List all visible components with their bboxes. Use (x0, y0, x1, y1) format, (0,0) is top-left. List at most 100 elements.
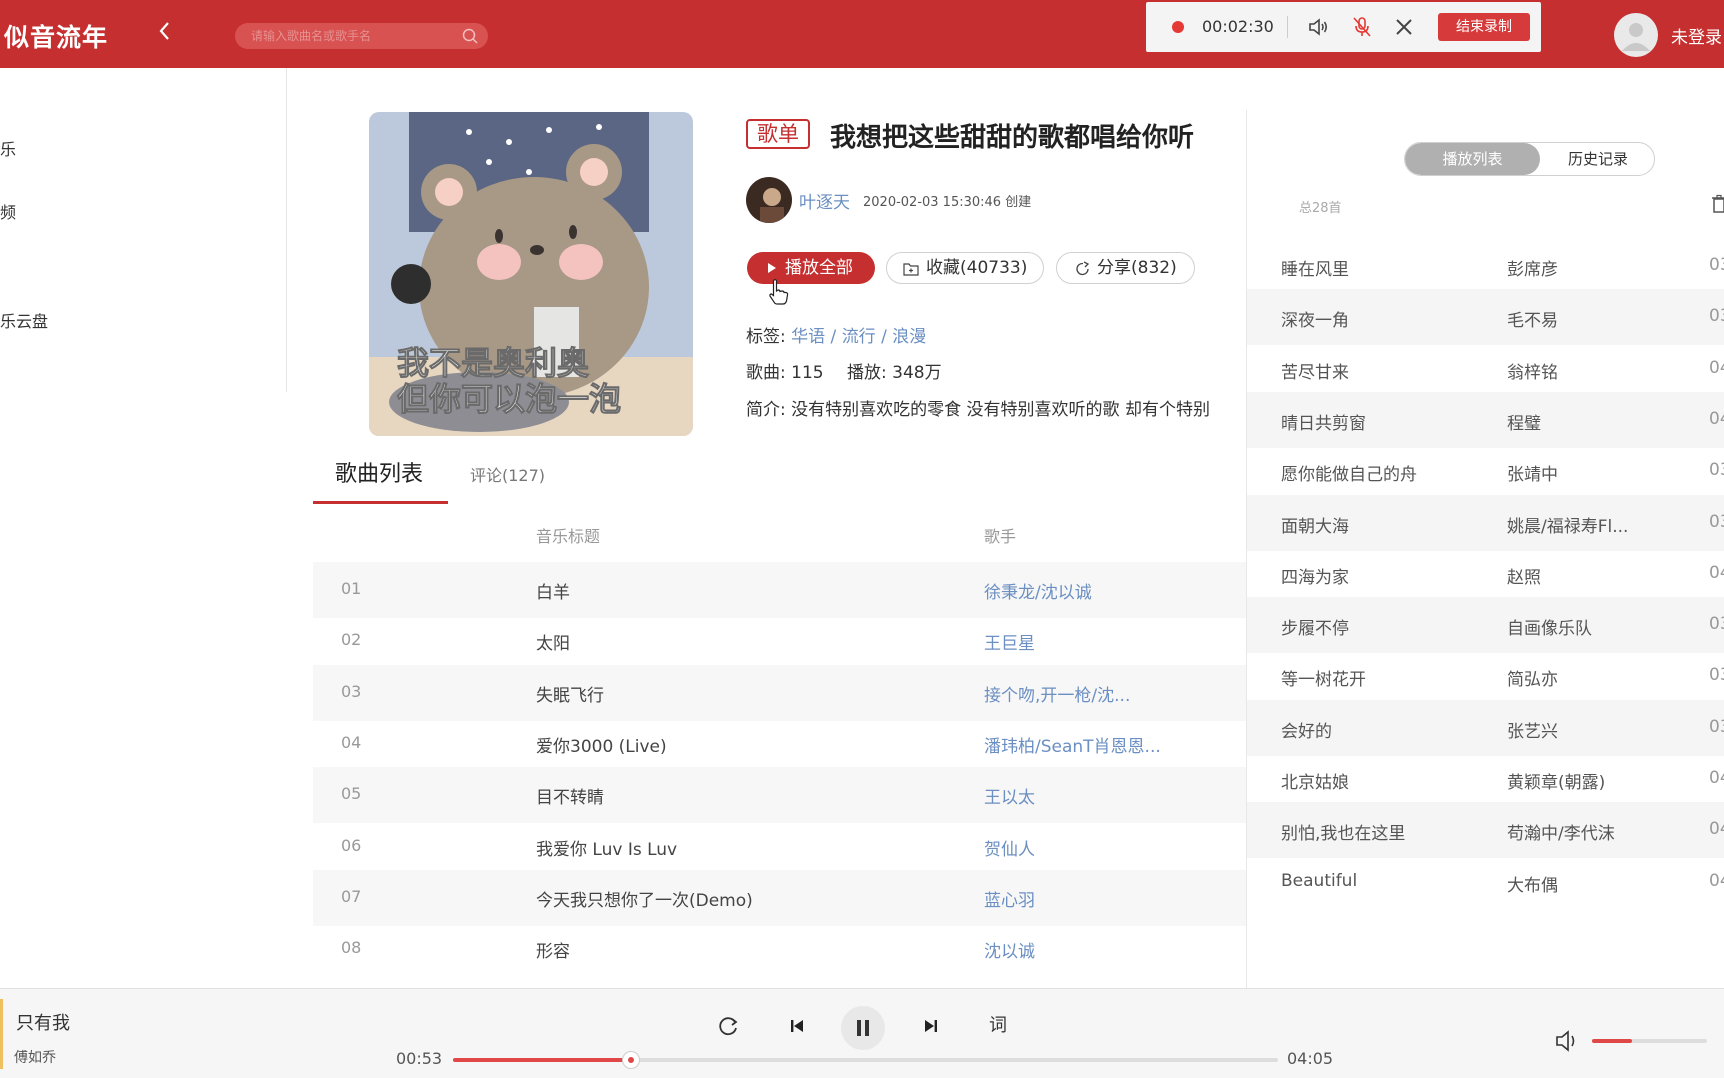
sidebar-item-video[interactable]: 频 (0, 199, 16, 223)
queue-item[interactable]: 四海为家 赵照 04 (1247, 546, 1724, 602)
queue-item[interactable]: 北京姑娘 黄颖章(朝露) 04 (1247, 751, 1724, 807)
back-button[interactable] (152, 20, 176, 48)
tag-link[interactable]: 华语 (791, 327, 825, 347)
volume-slider[interactable] (1592, 1039, 1707, 1043)
queue-song-artist: 张艺兴 (1507, 722, 1558, 742)
song-row[interactable]: 02 太阳 王巨星 (313, 613, 1246, 669)
queue-song-duration: 03 (1709, 512, 1724, 532)
play-all-label: 播放全部 (785, 258, 853, 278)
playlist-badge: 歌单 (746, 119, 810, 149)
stop-recording-button[interactable]: 结束录制 (1438, 13, 1530, 41)
song-title[interactable]: 我爱你 Luv Is Luv (536, 835, 677, 860)
trash-icon[interactable] (1710, 194, 1724, 214)
app-window: 似音流年 00:02:30 结束录制 未登录 乐 频 乐云盘 (0, 0, 1724, 1078)
close-icon[interactable] (1392, 15, 1416, 39)
now-playing-artist[interactable]: 傅如乔 (14, 1047, 56, 1067)
queue-song-artist: 张靖中 (1507, 465, 1558, 485)
tag-separator: / (830, 327, 837, 347)
share-button[interactable]: 分享(832) (1056, 252, 1195, 284)
sidebar: 乐 频 乐云盘 (0, 68, 287, 392)
queue-item[interactable]: 晴日共剪窗 程璧 04 (1247, 392, 1724, 448)
queue-song-duration: 04 (1709, 409, 1724, 429)
tags-line: 标签: 华语 / 流行 / 浪漫 (746, 322, 926, 347)
queue-song-duration: 03 (1709, 306, 1724, 326)
volume-icon[interactable] (1554, 1029, 1582, 1053)
tab-comments[interactable]: 评论(127) (470, 462, 545, 486)
lyrics-button[interactable]: 词 (989, 1011, 1007, 1037)
queue-item[interactable]: 苦尽甘来 翁梓铭 04 (1247, 341, 1724, 397)
sidebar-item-cloud-drive[interactable]: 乐云盘 (0, 308, 48, 332)
song-row[interactable]: 03 失眠飞行 接个吻,开一枪/沈... (313, 665, 1246, 721)
song-index: 03 (341, 682, 362, 701)
song-row[interactable]: 05 目不转睛 王以太 (313, 767, 1246, 823)
progress-bar[interactable] (453, 1051, 1278, 1069)
tag-link[interactable]: 浪漫 (892, 327, 926, 347)
queue-item[interactable]: 睡在风里 彭席彦 03 (1247, 238, 1724, 294)
song-artist[interactable]: 王巨星 (984, 629, 1035, 654)
sidebar-item-music[interactable]: 乐 (0, 136, 16, 160)
queue-song-artist: 苟瀚中/李代沫 (1507, 824, 1615, 844)
next-track-icon[interactable] (916, 1011, 946, 1041)
share-icon (1076, 261, 1090, 276)
song-artist[interactable]: 蓝心羽 (984, 886, 1035, 911)
queue-item[interactable]: 步履不停 自画像乐队 03 (1247, 597, 1724, 653)
song-artist[interactable]: 徐秉龙/沈以诚 (984, 578, 1092, 603)
progress-handle[interactable] (622, 1051, 641, 1069)
description-label: 简介: (746, 400, 786, 420)
search-box[interactable] (235, 23, 488, 49)
song-title[interactable]: 形容 (536, 937, 570, 962)
creator-name[interactable]: 叶逐天 (799, 188, 850, 213)
tag-link[interactable]: 流行 (842, 327, 876, 347)
song-artist[interactable]: 接个吻,开一枪/沈... (984, 681, 1130, 706)
pause-button[interactable] (841, 1006, 885, 1050)
user-avatar[interactable] (1614, 13, 1658, 57)
song-row[interactable]: 08 形容 沈以诚 (313, 921, 1246, 977)
queue-item[interactable]: Beautiful 大布偶 04 (1247, 854, 1724, 910)
song-row[interactable]: 04 爱你3000 (Live) 潘玮柏/SeanT肖恩恩... (313, 716, 1246, 772)
plays-count-label: 播放: (847, 363, 887, 383)
volume-fill (1592, 1039, 1633, 1043)
collect-button[interactable]: 收藏(40733) (886, 252, 1044, 284)
song-index: 06 (341, 836, 362, 855)
playlist-cover-image: 我不是奥利奥 但你可以泡一泡 (369, 112, 693, 436)
song-row[interactable]: 06 我爱你 Luv Is Luv 贺仙人 (313, 819, 1246, 875)
creator-avatar[interactable] (746, 177, 792, 223)
queue-song-artist: 彭席彦 (1507, 260, 1558, 280)
song-title[interactable]: 失眠飞行 (536, 681, 604, 706)
speaker-icon[interactable] (1306, 15, 1330, 39)
screen-recorder-bar: 00:02:30 结束录制 (1146, 2, 1541, 52)
login-link[interactable]: 未登录 (1671, 23, 1722, 48)
song-artist[interactable]: 潘玮柏/SeanT肖恩恩... (984, 732, 1161, 757)
tab-history[interactable]: 历史记录 (1540, 143, 1654, 175)
queue-item[interactable]: 等一树花开 简弘亦 03 (1247, 648, 1724, 704)
tab-song-list[interactable]: 歌曲列表 (335, 456, 423, 488)
song-title[interactable]: 白羊 (536, 578, 570, 603)
song-title[interactable]: 今天我只想你了一次(Demo) (536, 886, 753, 911)
queue-item[interactable]: 深夜一角 毛不易 03 (1247, 289, 1724, 345)
song-row[interactable]: 01 白羊 徐秉龙/沈以诚 (313, 562, 1246, 618)
queue-song-artist: 姚晨/福禄寿Fl... (1507, 517, 1629, 537)
now-playing-title[interactable]: 只有我 (16, 1009, 70, 1035)
queue-item[interactable]: 面朝大海 姚晨/福禄寿Fl... 03 (1247, 495, 1724, 551)
loop-icon[interactable] (713, 1011, 743, 1041)
song-index: 04 (341, 733, 362, 752)
queue-song-title: 晴日共剪窗 (1281, 414, 1366, 434)
search-icon[interactable] (462, 28, 478, 44)
share-label: 分享(832) (1097, 258, 1177, 278)
song-title[interactable]: 太阳 (536, 629, 570, 654)
song-artist[interactable]: 王以太 (984, 783, 1035, 808)
song-artist[interactable]: 沈以诚 (984, 937, 1035, 962)
now-playing-thumbnail[interactable] (0, 999, 3, 1069)
queue-item[interactable]: 别怕,我也在这里 苟瀚中/李代沫 04 (1247, 802, 1724, 858)
microphone-muted-icon[interactable] (1350, 15, 1374, 39)
song-title[interactable]: 爱你3000 (Live) (536, 732, 667, 757)
search-input[interactable] (251, 26, 451, 46)
tab-playlist[interactable]: 播放列表 (1405, 143, 1540, 175)
song-row[interactable]: 07 今天我只想你了一次(Demo) 蓝心羽 (313, 870, 1246, 926)
previous-track-icon[interactable] (782, 1011, 812, 1041)
current-time: 00:53 (396, 1049, 443, 1068)
song-artist[interactable]: 贺仙人 (984, 835, 1035, 860)
queue-item[interactable]: 愿你能做自己的舟 张靖中 03 (1247, 443, 1724, 499)
queue-item[interactable]: 会好的 张艺兴 03 (1247, 700, 1724, 756)
song-title[interactable]: 目不转睛 (536, 783, 604, 808)
